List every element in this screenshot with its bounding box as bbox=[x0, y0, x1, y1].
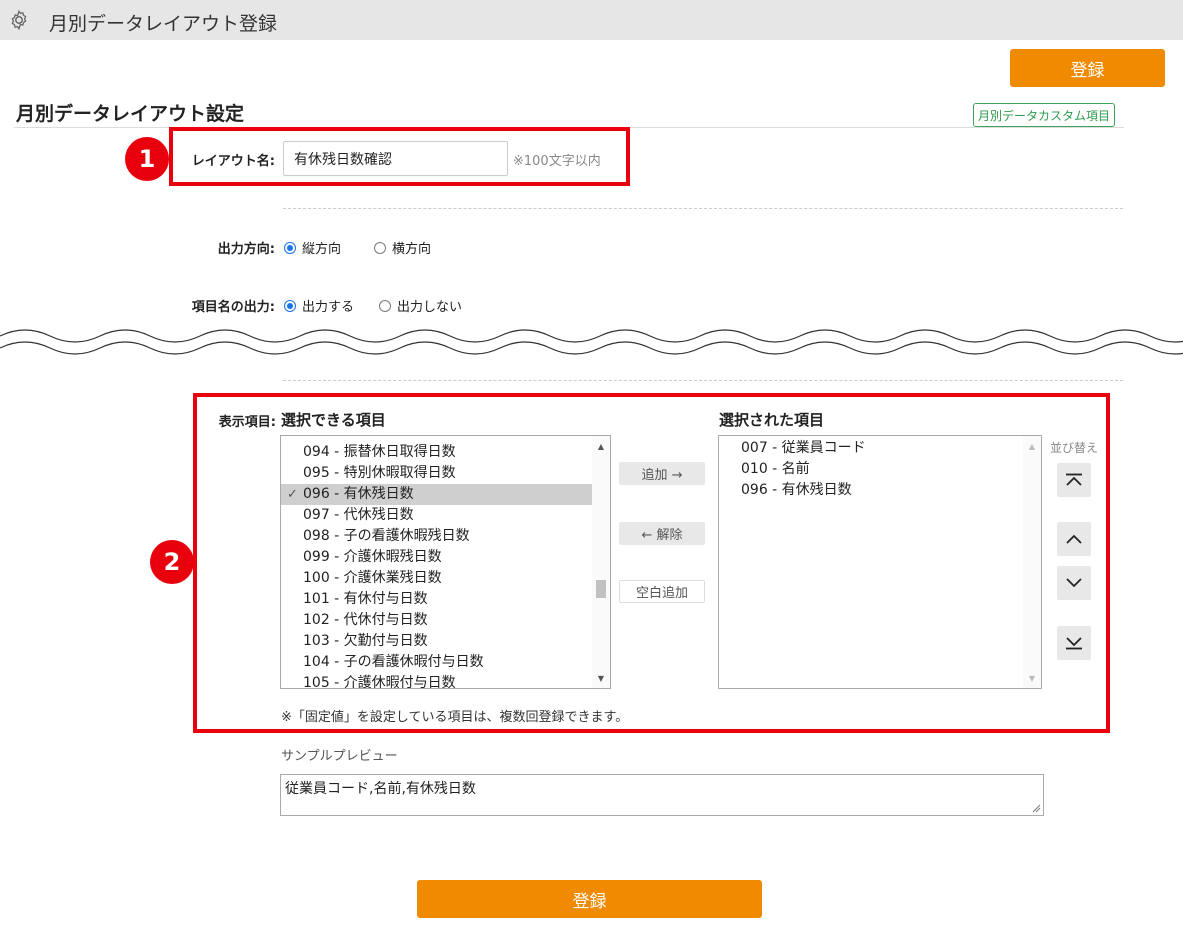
chevron-up-icon bbox=[1066, 534, 1082, 544]
available-items-viewport: 094 - 振替休日取得日数 095 - 特別休暇取得日数 ✓ 096 - 有休残日数… bbox=[281, 442, 592, 688]
multiple-registration-note: ※「固定値」を設定している項目は、複数回登録できます。 bbox=[281, 710, 629, 725]
available-list-item[interactable]: 099 - 介護休暇残日数 bbox=[281, 547, 592, 568]
radio-output[interactable]: 出力する bbox=[284, 296, 354, 315]
remove-button[interactable]: ← 解除 bbox=[619, 522, 705, 545]
available-list-item[interactable]: 094 - 振替休日取得日数 bbox=[281, 442, 592, 463]
checkmark-icon: ✓ bbox=[287, 487, 298, 502]
item-name-output-label: 項目名の出力: bbox=[191, 300, 275, 315]
double-chevron-up-icon bbox=[1066, 473, 1082, 486]
add-blank-button[interactable]: 空白追加 bbox=[619, 580, 705, 603]
add-button[interactable]: 追加 → bbox=[619, 462, 705, 485]
available-list-item-label: 097 - 代休残日数 bbox=[303, 507, 414, 523]
output-direction-label: 出力方向: bbox=[217, 242, 275, 257]
selected-items-viewport: 007 - 従業員コード 010 - 名前 096 - 有休残日数 bbox=[719, 438, 1023, 688]
available-list-item[interactable]: 102 - 代休付与日数 bbox=[281, 610, 592, 631]
scroll-down-arrow-icon[interactable]: ▼ bbox=[592, 670, 610, 686]
sample-preview-label: サンプルプレビュー bbox=[281, 749, 398, 764]
available-list-item-label: 098 - 子の看護休暇残日数 bbox=[303, 528, 470, 544]
available-list-item[interactable]: 103 - 欠勤付与日数 bbox=[281, 631, 592, 652]
available-list-item-label: 094 - 振替休日取得日数 bbox=[303, 444, 456, 460]
move-down-button[interactable] bbox=[1057, 566, 1091, 600]
selected-list-item-label: 010 - 名前 bbox=[741, 461, 810, 477]
sample-preview-textarea[interactable]: 従業員コード,名前,有休残日数 bbox=[280, 774, 1044, 816]
available-list-item-label: 095 - 特別休暇取得日数 bbox=[303, 465, 456, 481]
layout-name-hint: ※100文字以内 bbox=[513, 154, 601, 169]
annotation-badge-2: 2 bbox=[150, 540, 194, 584]
radio-button[interactable] bbox=[284, 299, 296, 312]
double-chevron-down-icon bbox=[1066, 637, 1082, 650]
radio-button[interactable] bbox=[284, 241, 296, 254]
layout-name-label: レイアウト名: bbox=[191, 154, 275, 169]
available-list-item-label: 099 - 介護休暇残日数 bbox=[303, 549, 442, 565]
scrollbar[interactable]: ▲ ▼ bbox=[592, 436, 610, 688]
radio-button[interactable] bbox=[379, 299, 391, 312]
radio-no-output[interactable]: 出力しない bbox=[379, 296, 462, 315]
section-title: 月別データレイアウト設定 bbox=[16, 103, 245, 125]
move-up-button[interactable] bbox=[1057, 522, 1091, 556]
custom-items-link[interactable]: 月別データカスタム項目 bbox=[973, 103, 1115, 127]
scrollbar[interactable]: ▲ ▼ bbox=[1023, 436, 1041, 688]
register-button-top[interactable]: 登録 bbox=[1010, 49, 1165, 87]
available-list-item[interactable]: 100 - 介護休業残日数 bbox=[281, 568, 592, 589]
available-list-item[interactable]: 105 - 介護休暇付与日数 bbox=[281, 673, 592, 688]
sample-preview-text: 従業員コード,名前,有休残日数 bbox=[285, 781, 476, 797]
available-list-item-label: 103 - 欠勤付与日数 bbox=[303, 633, 428, 649]
available-list-item[interactable]: 101 - 有休付与日数 bbox=[281, 589, 592, 610]
radio-output-label: 出力する bbox=[302, 300, 355, 315]
scroll-up-arrow-icon[interactable]: ▲ bbox=[1023, 438, 1041, 454]
sort-label: 並び替え bbox=[1050, 441, 1099, 455]
move-to-bottom-button[interactable] bbox=[1057, 626, 1091, 660]
radio-vertical-label: 縦方向 bbox=[302, 242, 342, 257]
window-title: 月別データレイアウト登録 bbox=[49, 13, 278, 35]
available-list-item-label: 104 - 子の看護休暇付与日数 bbox=[303, 654, 484, 670]
resize-handle-icon[interactable] bbox=[1031, 803, 1041, 813]
available-list-item-label: 101 - 有休付与日数 bbox=[303, 591, 428, 607]
title-bar: 月別データレイアウト登録 bbox=[0, 0, 1183, 40]
available-items-title: 選択できる項目 bbox=[281, 411, 386, 429]
available-list-item-label: 100 - 介護休業残日数 bbox=[303, 570, 442, 586]
selected-list-item[interactable]: 010 - 名前 bbox=[719, 459, 1023, 480]
scrollbar-thumb[interactable] bbox=[596, 580, 606, 598]
selected-list-item[interactable]: 096 - 有休残日数 bbox=[719, 480, 1023, 501]
radio-horizontal[interactable]: 横方向 bbox=[374, 238, 431, 257]
scroll-down-arrow-icon[interactable]: ▼ bbox=[1023, 670, 1041, 686]
selected-list-item-label: 096 - 有休残日数 bbox=[741, 482, 852, 498]
chevron-down-icon bbox=[1066, 578, 1082, 588]
wavy-break bbox=[0, 329, 1183, 355]
available-list-item[interactable]: 095 - 特別休暇取得日数 bbox=[281, 463, 592, 484]
available-list-item-label: 105 - 介護休暇付与日数 bbox=[303, 675, 456, 688]
selected-items-title: 選択された項目 bbox=[719, 411, 825, 429]
available-list-item-label: 096 - 有休残日数 bbox=[303, 486, 414, 502]
available-list-item[interactable]: ✓ 096 - 有休残日数 bbox=[281, 484, 592, 505]
selected-list-item-label: 007 - 従業員コード bbox=[741, 440, 866, 456]
register-button-bottom[interactable]: 登録 bbox=[417, 880, 762, 918]
layout-name-input[interactable] bbox=[283, 141, 508, 176]
radio-vertical[interactable]: 縦方向 bbox=[284, 238, 341, 257]
selected-items-list[interactable]: 007 - 従業員コード 010 - 名前 096 - 有休残日数 ▲ ▼ bbox=[718, 435, 1042, 689]
move-to-top-button[interactable] bbox=[1057, 463, 1091, 497]
available-items-list[interactable]: 094 - 振替休日取得日数 095 - 特別休暇取得日数 ✓ 096 - 有休残日数… bbox=[280, 435, 611, 689]
gear-icon[interactable] bbox=[8, 9, 30, 31]
available-list-item-label: 102 - 代休付与日数 bbox=[303, 612, 428, 628]
available-list-item[interactable]: 097 - 代休残日数 bbox=[281, 505, 592, 526]
available-list-item[interactable]: 098 - 子の看護休暇残日数 bbox=[281, 526, 592, 547]
scroll-up-arrow-icon[interactable]: ▲ bbox=[592, 438, 610, 454]
available-list-item[interactable]: 104 - 子の看護休暇付与日数 bbox=[281, 652, 592, 673]
radio-no-output-label: 出力しない bbox=[397, 300, 463, 315]
divider bbox=[283, 380, 1123, 381]
annotation-badge-1: 1 bbox=[125, 137, 169, 181]
radio-horizontal-label: 横方向 bbox=[392, 242, 432, 257]
selected-list-item[interactable]: 007 - 従業員コード bbox=[719, 438, 1023, 459]
divider bbox=[283, 208, 1123, 209]
display-items-label: 表示項目: bbox=[218, 415, 276, 430]
radio-button[interactable] bbox=[374, 241, 386, 254]
